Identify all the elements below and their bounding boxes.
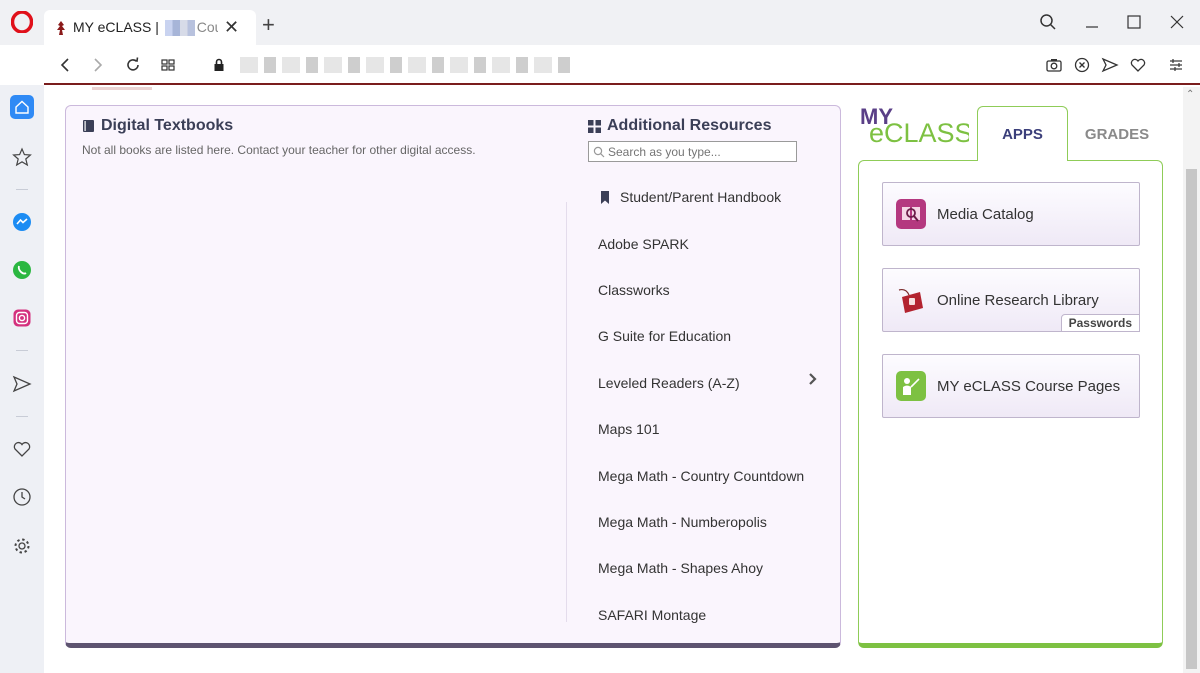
active-tab-joiner <box>978 159 1067 162</box>
tab-apps[interactable]: APPS <box>977 106 1068 161</box>
resource-item-adobe-spark[interactable]: Adobe SPARK <box>598 220 828 266</box>
resource-item-g-suite[interactable]: G Suite for Education <box>598 313 828 359</box>
close-window-icon[interactable] <box>1165 10 1189 34</box>
forward-icon[interactable] <box>87 54 109 76</box>
scrollbar-thumb[interactable] <box>1186 169 1197 669</box>
resource-label: Mega Math - Numberopolis <box>598 513 767 530</box>
url-field[interactable] <box>240 57 570 73</box>
tab-close-icon[interactable]: ✕ <box>224 17 239 38</box>
back-icon[interactable] <box>54 54 76 76</box>
resource-label: G Suite for Education <box>598 328 732 345</box>
textbooks-note: Not all books are listed here. Contact y… <box>82 143 476 157</box>
resource-item-leveled-readers[interactable]: Leveled Readers (A-Z) <box>598 360 828 406</box>
scroll-up-icon[interactable]: ⌃ <box>1186 89 1194 100</box>
resource-label: Classworks <box>598 281 670 298</box>
reload-icon[interactable] <box>122 54 144 76</box>
bookmark-heart-icon[interactable] <box>1127 54 1149 76</box>
resource-item-mega-math-shapes[interactable]: Mega Math - Shapes Ahoy <box>598 545 828 591</box>
new-tab-button[interactable]: + <box>262 14 275 36</box>
search-tabs-icon[interactable] <box>1036 10 1060 34</box>
bookmark-icon <box>601 190 609 204</box>
resource-label: Adobe SPARK <box>598 235 689 252</box>
resource-search-box[interactable] <box>588 141 797 162</box>
resource-label: Maps 101 <box>598 421 660 438</box>
sidebar-divider <box>16 350 28 351</box>
textbooks-title: Digital Textbooks <box>101 117 234 134</box>
resources-title: Additional Resources <box>607 117 772 134</box>
whatsapp-icon[interactable] <box>10 258 34 282</box>
page-scrollbar[interactable]: ⌃ <box>1183 87 1200 673</box>
column-divider <box>566 202 567 622</box>
resource-item-handbook[interactable]: Student/Parent Handbook <box>598 174 828 220</box>
resource-item-classworks[interactable]: Classworks <box>598 267 828 313</box>
minimize-window-icon[interactable] <box>1080 10 1104 34</box>
resource-item-mega-math-country[interactable]: Mega Math - Country Countdown <box>598 452 828 498</box>
app-label: Online Research Library <box>937 291 1099 309</box>
tab-grades[interactable]: GRADES <box>1072 117 1162 151</box>
resources-heading: Additional Resources <box>588 117 771 135</box>
header-remnant <box>92 87 152 90</box>
heart-icon[interactable] <box>10 437 34 461</box>
app-my-eclass-course-pages[interactable]: MY eCLASS Course Pages <box>882 354 1140 418</box>
maximize-window-icon[interactable] <box>1122 10 1146 34</box>
sidebar-divider <box>16 189 28 190</box>
redacted-text <box>164 20 195 37</box>
app-media-catalog[interactable]: Media Catalog <box>882 182 1140 246</box>
browser-tab[interactable]: MY eCLASS | Cou ✕ <box>44 10 256 45</box>
snapshot-icon[interactable] <box>1043 54 1065 76</box>
research-library-icon <box>896 285 926 315</box>
lock-icon[interactable] <box>208 54 230 76</box>
resource-list: Student/Parent Handbook Adobe SPARK Clas… <box>598 174 828 638</box>
svg-text:eCLASS: eCLASS <box>869 118 969 146</box>
app-online-research-library[interactable]: Online Research Library Passwords <box>882 268 1140 332</box>
messenger-icon[interactable] <box>10 210 34 234</box>
resource-item-mega-math-numberopolis[interactable]: Mega Math - Numberopolis <box>598 499 828 545</box>
home-icon[interactable] <box>10 95 34 119</box>
app-label: MY eCLASS Course Pages <box>937 377 1121 395</box>
my-eclass-logo: MY eCLASS <box>860 104 969 146</box>
resource-label: Mega Math - Shapes Ahoy <box>598 560 763 577</box>
resource-label: Mega Math - Country Countdown <box>598 467 805 484</box>
web-page: Digital Textbooks Not all books are list… <box>44 87 1183 673</box>
history-icon[interactable] <box>10 485 34 509</box>
passwords-tag[interactable]: Passwords <box>1060 314 1140 332</box>
easy-setup-icon[interactable] <box>1165 54 1187 76</box>
browser-tab-bar: MY eCLASS | Cou ✕ + <box>0 0 1200 45</box>
browser-sidebar <box>0 85 44 673</box>
resource-item-safari-montage[interactable]: SAFARI Montage <box>598 592 828 638</box>
textbooks-resources-panel: Digital Textbooks Not all books are list… <box>65 105 841 648</box>
course-pages-icon <box>896 371 926 401</box>
resource-label: Student/Parent Handbook <box>620 189 782 206</box>
chevron-right-icon[interactable] <box>808 372 818 386</box>
resource-label: Leveled Readers (A-Z) <box>598 374 740 391</box>
site-favicon-icon <box>57 20 65 35</box>
app-label: Media Catalog <box>937 205 1034 223</box>
star-icon[interactable] <box>10 145 34 169</box>
speed-dial-icon[interactable] <box>157 54 179 76</box>
resource-search-input[interactable] <box>608 144 788 159</box>
ad-blocker-icon[interactable] <box>1071 54 1093 76</box>
opera-logo-icon[interactable] <box>11 11 33 33</box>
send-icon[interactable] <box>1099 54 1121 76</box>
search-icon <box>593 146 605 157</box>
grid-icon <box>588 119 601 133</box>
resource-item-maps-101[interactable]: Maps 101 <box>598 406 828 452</box>
book-icon <box>83 120 94 132</box>
media-catalog-icon <box>896 199 926 229</box>
settings-gear-icon[interactable] <box>10 534 34 558</box>
address-bar <box>44 45 1200 85</box>
tab-title: MY eCLASS | Cou <box>73 18 218 37</box>
sidebar-divider <box>16 416 28 417</box>
instagram-icon[interactable] <box>10 306 34 330</box>
flow-send-icon[interactable] <box>10 372 34 396</box>
resource-label: SAFARI Montage <box>598 606 707 623</box>
textbooks-heading: Digital Textbooks <box>82 117 233 135</box>
